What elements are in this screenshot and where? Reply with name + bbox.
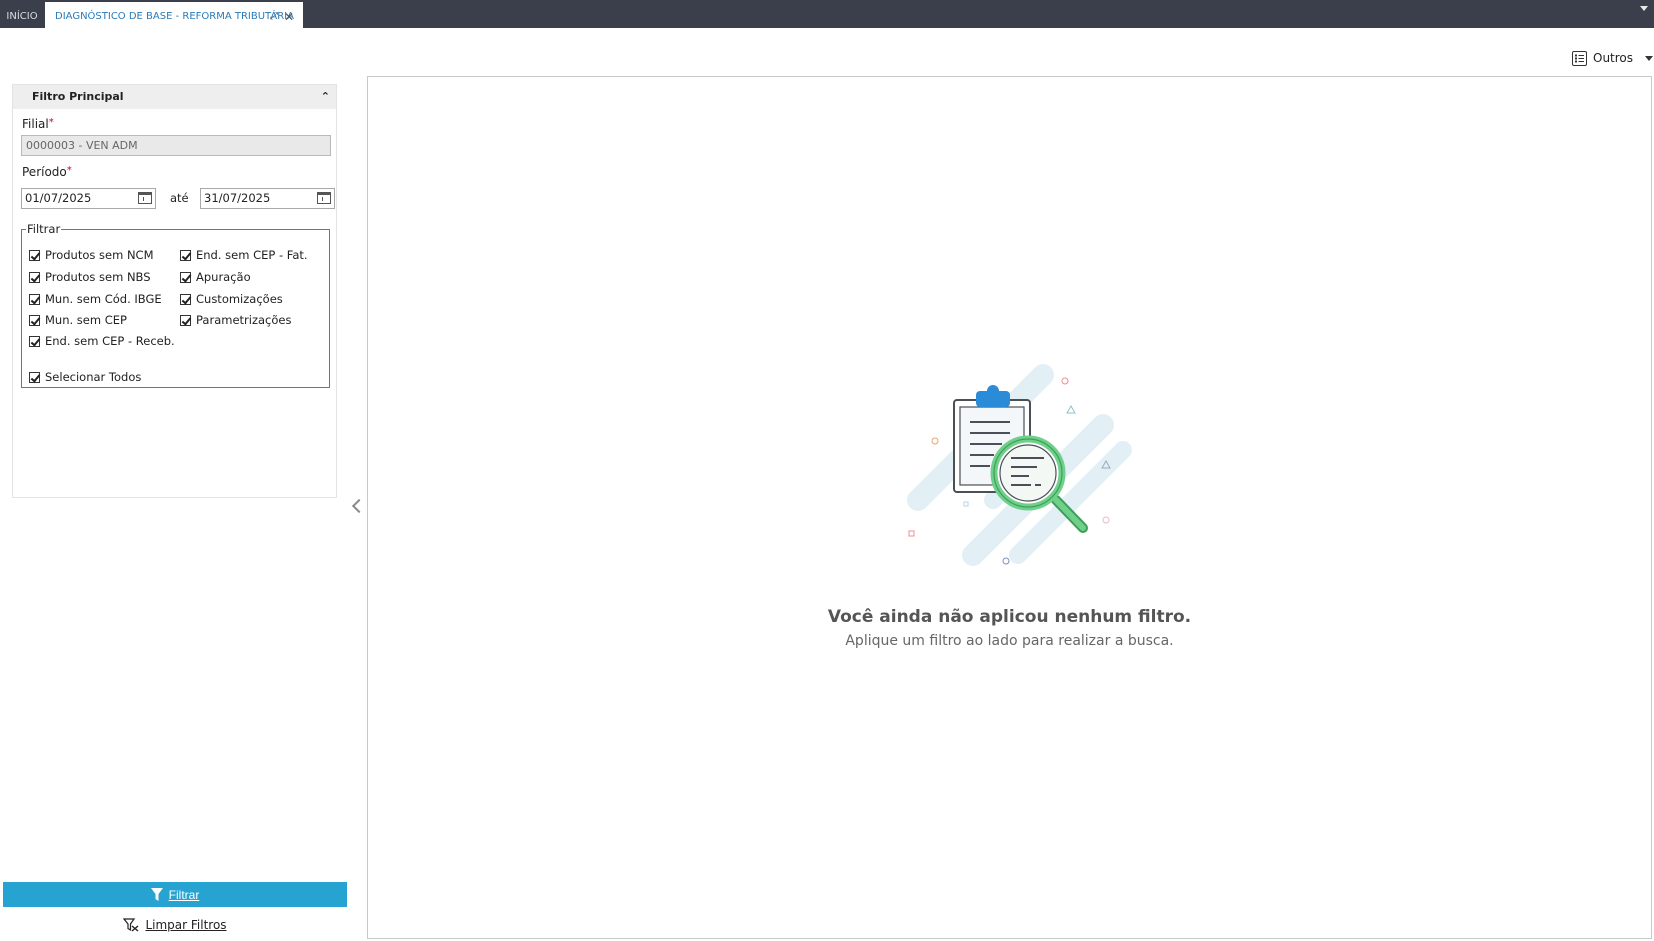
checkbox-label: Produtos sem NBS [45,270,151,284]
funnel-icon [150,887,163,901]
date-to-input[interactable]: 31/07/2025 [200,188,335,209]
filter-panel: Filtro Principal ⌃ Filial* 0000003 - VEN… [12,84,337,498]
required-marker: * [66,165,72,176]
checkbox-check-icon[interactable] [180,271,191,283]
limpar-label: Limpar Filtros [145,918,227,932]
checkbox-label: Mun. sem CEP [45,313,127,327]
calendar-icon[interactable] [317,192,331,204]
required-marker: * [48,117,54,128]
checkbox-parametrizacoes[interactable]: Parametrizações [180,313,291,327]
checkbox-mun-sem-cep[interactable]: Mun. sem CEP [29,313,127,327]
checkbox-check-icon[interactable] [180,293,191,305]
checkbox-check-icon[interactable] [180,314,191,326]
checkbox-customizacoes[interactable]: Customizações [180,292,283,306]
tab-diagnostico-label: DIAGNÓSTICO DE BASE - REFORMA TRIBUTÁRIA [55,11,294,22]
tab-diagnostico[interactable]: DIAGNÓSTICO DE BASE - REFORMA TRIBUTÁRIA… [45,2,303,28]
clear-filter-icon [123,918,139,932]
chevron-down-icon [1645,55,1654,61]
checkbox-mun-sem-cod-ibge[interactable]: Mun. sem Cód. IBGE [29,292,162,306]
checkbox-label: Customizações [196,292,283,306]
date-from-input[interactable]: 01/07/2025 [21,188,156,209]
filtrar-label: Filtrar [168,887,200,902]
checkbox-label: Selecionar Todos [45,370,142,384]
calendar-icon[interactable] [138,192,152,204]
popout-icon[interactable]: ⤢ [270,2,278,32]
clipboard-search-illustration-icon [907,364,1132,566]
filtrar-button[interactable]: Filtrar [3,882,347,907]
tab-menu-chevron-down-icon[interactable] [1640,2,1650,12]
checkbox-label: Mun. sem Cód. IBGE [45,292,162,306]
filter-panel-header: Filtro Principal ⌃ [13,85,336,109]
date-to-value: 31/07/2025 [204,191,271,205]
filial-label-text: Filial [22,117,49,131]
checkbox-apuracao[interactable]: Apuração [180,270,251,284]
checkbox-produtos-sem-nbs[interactable]: Produtos sem NBS [29,270,151,284]
checkbox-check-icon[interactable] [29,371,40,383]
filial-label: Filial* [22,117,54,131]
checkbox-check-icon[interactable] [180,249,191,261]
empty-state-subtitle: Aplique um filtro ao lado para realizar … [845,633,1174,649]
checkbox-check-icon[interactable] [29,293,40,305]
checkbox-selecionar-todos[interactable]: Selecionar Todos [29,370,141,384]
periodo-label-text: Período [22,165,67,179]
collapse-up-icon[interactable]: ⌃ [321,85,330,109]
periodo-label: Período* [22,165,72,179]
results-area: Você ainda não aplicou nenhum filtro. Ap… [367,76,1652,939]
checkbox-end-sem-cep-fat[interactable]: End. sem CEP - Fat. [180,248,308,262]
checkbox-check-icon[interactable] [29,249,40,261]
checkbox-check-icon[interactable] [29,271,40,283]
checkbox-label: Produtos sem NCM [45,248,154,262]
outros-label: Outros [1593,51,1634,65]
close-icon[interactable]: ✕ [284,2,294,32]
ate-label: até [170,191,189,205]
checkbox-label: End. sem CEP - Fat. [196,248,308,262]
outros-button[interactable]: Outros [1572,47,1654,69]
checkbox-produtos-sem-ncm[interactable]: Produtos sem NCM [29,248,154,262]
checkbox-label: End. sem CEP - Receb. [45,334,175,348]
empty-state-title: Você ainda não aplicou nenhum filtro. [827,607,1192,627]
checkbox-check-icon[interactable] [29,335,40,347]
checkbox-label: Parametrizações [196,313,292,327]
list-icon [1572,50,1587,66]
filtrar-group-label: Filtrar [27,222,61,236]
filter-panel-title: Filtro Principal [32,90,124,103]
checkbox-check-icon[interactable] [29,314,40,326]
limpar-filtros-button[interactable]: Limpar Filtros [3,913,347,937]
date-from-value: 01/07/2025 [25,191,92,205]
tab-bar: INÍCIO DIAGNÓSTICO DE BASE - REFORMA TRI… [0,0,1654,28]
checkbox-end-sem-cep-receb[interactable]: End. sem CEP - Receb. [29,334,175,348]
tab-home[interactable]: INÍCIO [0,0,44,28]
collapse-panel-chevron-left-icon[interactable] [350,496,362,516]
checkbox-label: Apuração [196,270,251,284]
filial-field[interactable]: 0000003 - VEN ADM [21,135,331,156]
